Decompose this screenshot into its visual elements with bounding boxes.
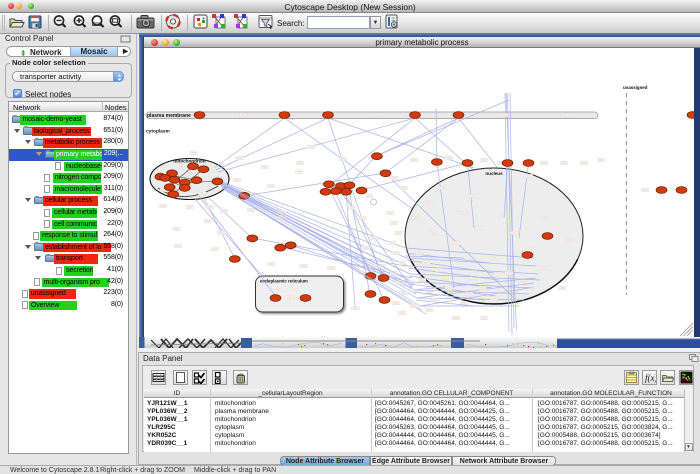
svg-text:f(x): f(x)	[645, 373, 656, 383]
svg-text:mitochondrion: mitochondrion	[173, 159, 205, 164]
svg-text:endoplasmic reticulum: endoplasmic reticulum	[260, 279, 308, 284]
svg-text:cytoplasm: cytoplasm	[146, 129, 170, 135]
svg-text:plasma membrane: plasma membrane	[147, 113, 191, 119]
svg-text:unassigned: unassigned	[623, 85, 648, 90]
svg-text:nucleus: nucleus	[485, 171, 503, 176]
